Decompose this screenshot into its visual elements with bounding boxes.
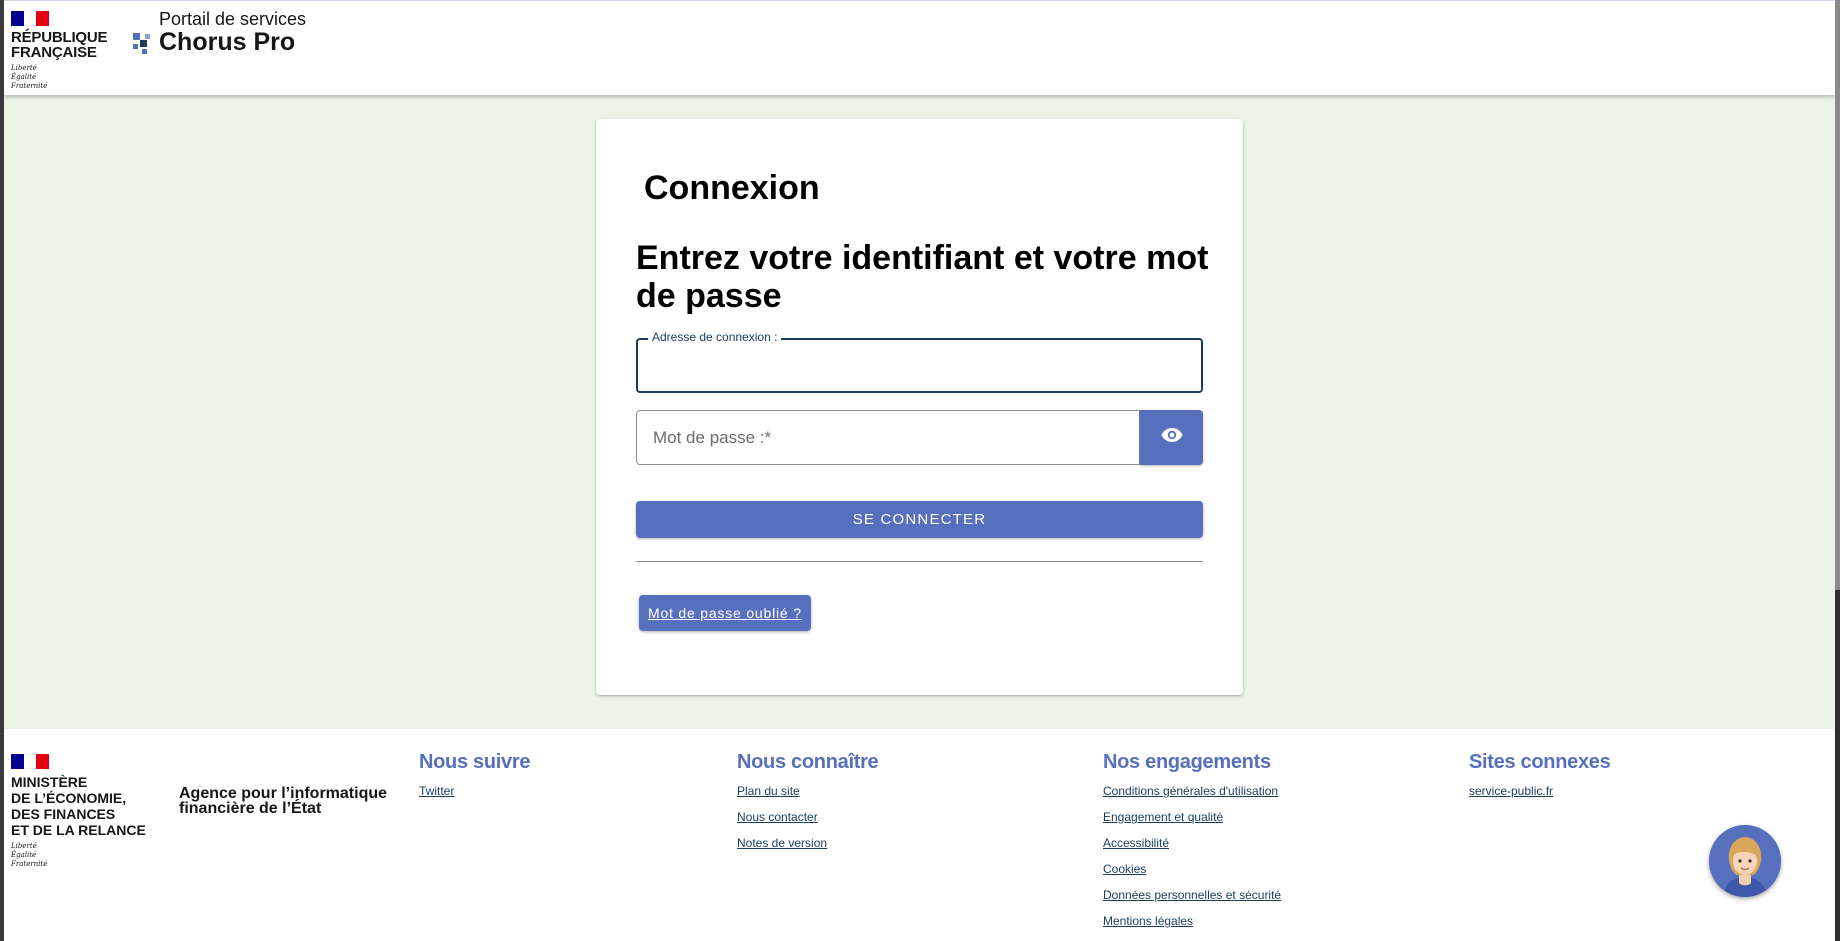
agence-name: Agence pour l’informatique financière de…	[179, 785, 388, 817]
footer-link-contact[interactable]: Nous contacter	[737, 810, 878, 824]
brand-name: Chorus Pro	[159, 28, 296, 56]
scrollbar-thumb[interactable]	[1835, 0, 1840, 590]
footer-link-accessibilite[interactable]: Accessibilité	[1103, 836, 1281, 850]
devise: Liberté Égalité Fraternité	[11, 64, 48, 90]
chorus-logo-icon	[131, 31, 153, 60]
footer-link-plan[interactable]: Plan du site	[737, 784, 878, 798]
login-button[interactable]: SE CONNECTER	[636, 501, 1203, 538]
footer-link-mentions[interactable]: Mentions légales	[1103, 914, 1281, 928]
footer-col-sites: Sites connexes service-public.fr	[1469, 751, 1611, 810]
republique-francaise-logo[interactable]: RÉPUBLIQUE FRANÇAISE Liberté Égalité Fra…	[11, 11, 111, 91]
page-title: Connexion	[644, 169, 820, 207]
email-input[interactable]	[648, 348, 1188, 384]
footer-col-connaitre: Nous connaître Plan du site Nous contact…	[737, 751, 879, 862]
footer-link-cookies[interactable]: Cookies	[1103, 862, 1281, 876]
flag-icon	[11, 754, 49, 769]
footer-link-engagement[interactable]: Engagement et qualité	[1103, 810, 1281, 824]
footer-col-engagements: Nos engagements Conditions générales d'u…	[1103, 751, 1281, 940]
devise: Liberté Égalité Fraternité	[11, 842, 48, 868]
page: RÉPUBLIQUE FRANÇAISE Liberté Égalité Fra…	[4, 0, 1835, 941]
email-label: Adresse de connexion :	[648, 330, 782, 344]
password-input[interactable]	[651, 421, 1121, 455]
footer-col-suivre: Nous suivre Twitter	[419, 751, 530, 810]
footer-col-title: Nous connaître	[737, 751, 879, 773]
ministere-logo[interactable]: MINISTÈRE DE L’ÉCONOMIE, DES FINANCES ET…	[11, 754, 146, 869]
login-card: Connexion Entrez votre identifiant et vo…	[596, 119, 1243, 695]
republique-name: RÉPUBLIQUE FRANÇAISE	[11, 29, 108, 61]
footer-link-service-public[interactable]: service-public.fr	[1469, 784, 1610, 798]
login-heading: Entrez votre identifiant et votre mot de…	[636, 239, 1209, 315]
divider	[636, 561, 1203, 562]
email-field[interactable]: Adresse de connexion :	[636, 330, 1203, 393]
eye-icon	[1160, 423, 1184, 452]
show-password-button[interactable]	[1140, 410, 1203, 465]
footer-col-title: Nos engagements	[1103, 751, 1271, 773]
flag-icon	[11, 11, 49, 26]
footer-link-donnees[interactable]: Données personnelles et sécurité	[1103, 888, 1281, 902]
footer-col-title: Nous suivre	[419, 751, 531, 773]
assistant-avatar-icon	[1709, 825, 1781, 897]
password-field[interactable]	[636, 410, 1140, 465]
footer: MINISTÈRE DE L’ÉCONOMIE, DES FINANCES ET…	[4, 729, 1835, 941]
footer-link-twitter[interactable]: Twitter	[419, 784, 530, 798]
ministere-name: MINISTÈRE DE L’ÉCONOMIE, DES FINANCES ET…	[11, 774, 146, 838]
footer-col-title: Sites connexes	[1469, 751, 1611, 773]
portail-subtitle: Portail de services	[159, 9, 307, 29]
footer-link-notes[interactable]: Notes de version	[737, 836, 878, 850]
chatbot-avatar-button[interactable]	[1709, 825, 1781, 897]
footer-link-cgu[interactable]: Conditions générales d'utilisation	[1103, 784, 1281, 798]
forgot-password-button[interactable]: Mot de passe oublié ?	[639, 595, 811, 631]
page-scrollbar[interactable]	[1835, 0, 1840, 941]
